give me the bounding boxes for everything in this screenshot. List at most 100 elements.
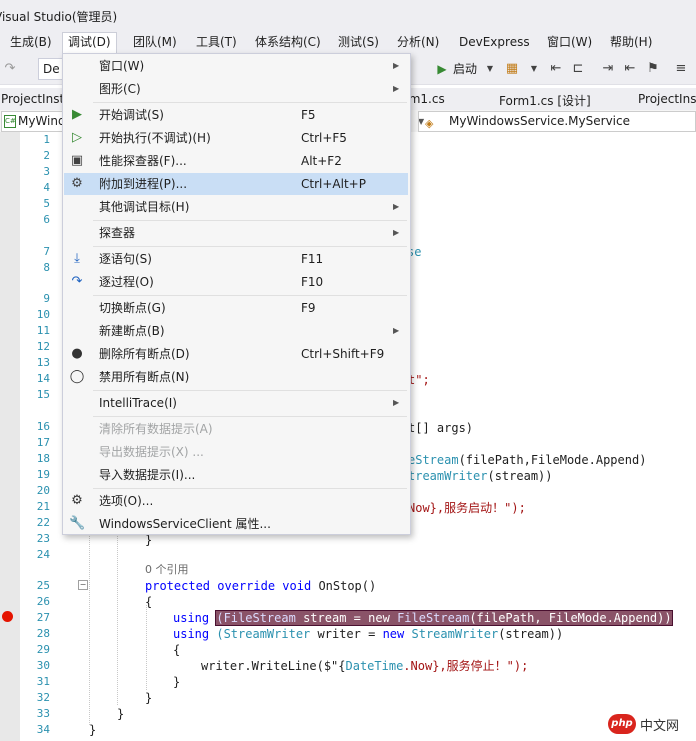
menu-item[interactable]: 新建断点(B) ▶ [64,320,408,342]
code-identifier: writer [317,627,361,641]
menu-bar: 生成(B) 调试(D) 团队(M) 工具(T) 体系结构(C) 测试(S) 分析… [0,30,696,54]
line-number: 16 [36,420,50,433]
collapse-icon[interactable]: − [78,580,88,590]
code-keyword: new [382,627,405,641]
menu-item[interactable]: 🔧 WindowsServiceClient 属性... [64,513,408,535]
menu-item[interactable]: ⤓ 逐语句(S) F11 [64,248,408,270]
line-number: 33 [36,707,50,720]
menu-build[interactable]: 生成(B) [10,33,52,52]
hierarchy-icon[interactable]: ⊏ [570,61,586,77]
breakpoint-icon[interactable] [2,611,13,622]
start-icon[interactable]: ▶ [434,61,450,77]
menu-analyze[interactable]: 分析(N) [397,33,439,52]
submenu-arrow-icon: ▶ [393,398,400,407]
menu-item[interactable]: ↷ 逐过程(O) F10 [64,271,408,293]
submenu-arrow-icon: ▶ [393,228,400,237]
line-number: 11 [36,324,50,337]
code-operator: = [368,627,376,641]
menu-team[interactable]: 团队(M) [133,33,177,52]
line-number: 27 [36,611,50,624]
menu-devexpress[interactable]: DevExpress [459,33,530,52]
reference-count[interactable]: 0 个引用 [145,562,189,578]
code-fragment-line19: treamWriter(stream)) [408,468,553,484]
toolbar-dropdown-icon[interactable]: ▼ [526,61,542,77]
line-number: 5 [43,197,50,210]
code-line-27: using (FileStream stream = new FileStrea… [173,610,673,626]
menu-tools[interactable]: 工具(T) [196,33,237,52]
menu-item[interactable]: 导入数据提示(I)... [64,464,408,486]
outdent-icon[interactable]: ⇤ [622,61,638,77]
code-type: (FileStream [216,611,296,625]
menu-debug[interactable]: 调试(D) [62,32,117,54]
line-number: 34 [36,723,50,736]
bookmark-icon[interactable]: ⚑ [645,61,661,77]
menu-item-label: 选项(O)... [99,494,154,508]
code-keyword: protected [145,579,211,593]
menu-window[interactable]: 窗口(W) [547,33,592,52]
line-number: 24 [36,548,50,561]
wrench-icon: 🔧 [69,516,86,531]
code-keyword: new [368,611,390,625]
start-without-debug-icon: ▷ [72,130,82,145]
menu-item: 导出数据提示(X) ... [64,441,408,463]
menu-item[interactable]: ▣ 性能探查器(F)... Alt+F2 [64,150,408,172]
menu-item-label: 开始执行(不调试)(H) [99,131,211,145]
code-keyword: using [173,611,210,625]
code-args: (filePath, FileMode.Append)) [469,611,672,625]
menu-item[interactable]: IntelliTrace(I) ▶ [64,392,408,414]
submenu-arrow-icon: ▶ [393,61,400,70]
menu-item[interactable]: ● 删除所有断点(D) Ctrl+Shift+F9 [64,343,408,365]
menu-item-label: 导入数据提示(I)... [99,468,196,482]
code-line-32: } [145,691,153,705]
class-icon: ◈ [425,117,434,130]
step-icon[interactable]: ⇤ [548,61,564,77]
menu-item[interactable]: ⚙ 附加到进程(P)... Ctrl+Alt+P [64,173,408,195]
breakpoint-margin[interactable] [0,132,20,741]
line-number: 12 [36,340,50,353]
menu-item[interactable]: 其他调试目标(H) ▶ [64,196,408,218]
menu-item-shortcut: F9 [301,301,316,315]
code-fragment-line16: t[] args) [408,421,474,435]
line-number: 20 [36,484,50,497]
type-dropdown-label: MyWindowsService.MyService [449,114,630,128]
csharp-icon: C# [4,115,16,128]
menu-test[interactable]: 测试(S) [338,33,379,52]
code-line-33: } [117,707,125,721]
code-type: StreamWriter [411,627,499,641]
line-number: 9 [43,292,50,305]
menu-help[interactable]: 帮助(H) [610,33,652,52]
menu-item[interactable]: ◯ 禁用所有断点(N) [64,366,408,388]
comment-icon[interactable]: ≡ [673,61,689,77]
menu-architecture[interactable]: 体系结构(C) [255,33,321,52]
tab-project-installer-2[interactable]: ProjectInst [638,92,696,106]
indent-guide [89,520,90,725]
code-args: (stream)) [498,627,564,641]
line-number: 32 [36,691,50,704]
menu-item[interactable]: ▶ 开始调试(S) F5 [64,104,408,126]
tab-form1-design[interactable]: Form1.cs [设计] [499,92,591,109]
line-number: 28 [36,627,50,640]
browse-icon[interactable]: ▦ [504,61,520,77]
tab-project-installer[interactable]: ProjectInst [1,92,64,106]
menu-item[interactable]: ▷ 开始执行(不调试)(H) Ctrl+F5 [64,127,408,149]
menu-item[interactable]: 图形(C) ▶ [64,78,408,100]
project-dropdown-label: MyWind [18,114,66,128]
menu-item[interactable]: 探查器 ▶ [64,222,408,244]
start-dropdown-icon[interactable]: ▼ [482,61,498,77]
type-dropdown[interactable]: ▼ ◈ MyWindowsService.MyService [418,111,696,132]
menu-item-label: 性能探查器(F)... [99,154,187,168]
indent-icon[interactable]: ⇥ [600,61,616,77]
watermark-text: 中文网 [640,719,680,734]
attach-process-icon: ⚙ [71,176,83,191]
start-button[interactable]: 启动 [453,60,477,79]
debug-menu-dropdown: 窗口(W) ▶ 图形(C) ▶ ▶ 开始调试(S) F5 ▷ 开始执行(不调试)(H) Ctrl+… [62,53,411,535]
window-title: Visual Studio(管理员) [0,10,118,24]
menu-item[interactable]: ⚙ 选项(O)... [64,490,408,512]
redo-icon[interactable]: ↷ [2,61,18,77]
menu-item[interactable]: 窗口(W) ▶ [64,55,408,77]
menu-separator [93,246,407,247]
menu-item-label: 其他调试目标(H) [99,200,190,214]
line-number: 1 [43,133,50,146]
menu-item[interactable]: 切换断点(G) F9 [64,297,408,319]
code-call: writer.WriteLine($"{ [201,659,346,673]
